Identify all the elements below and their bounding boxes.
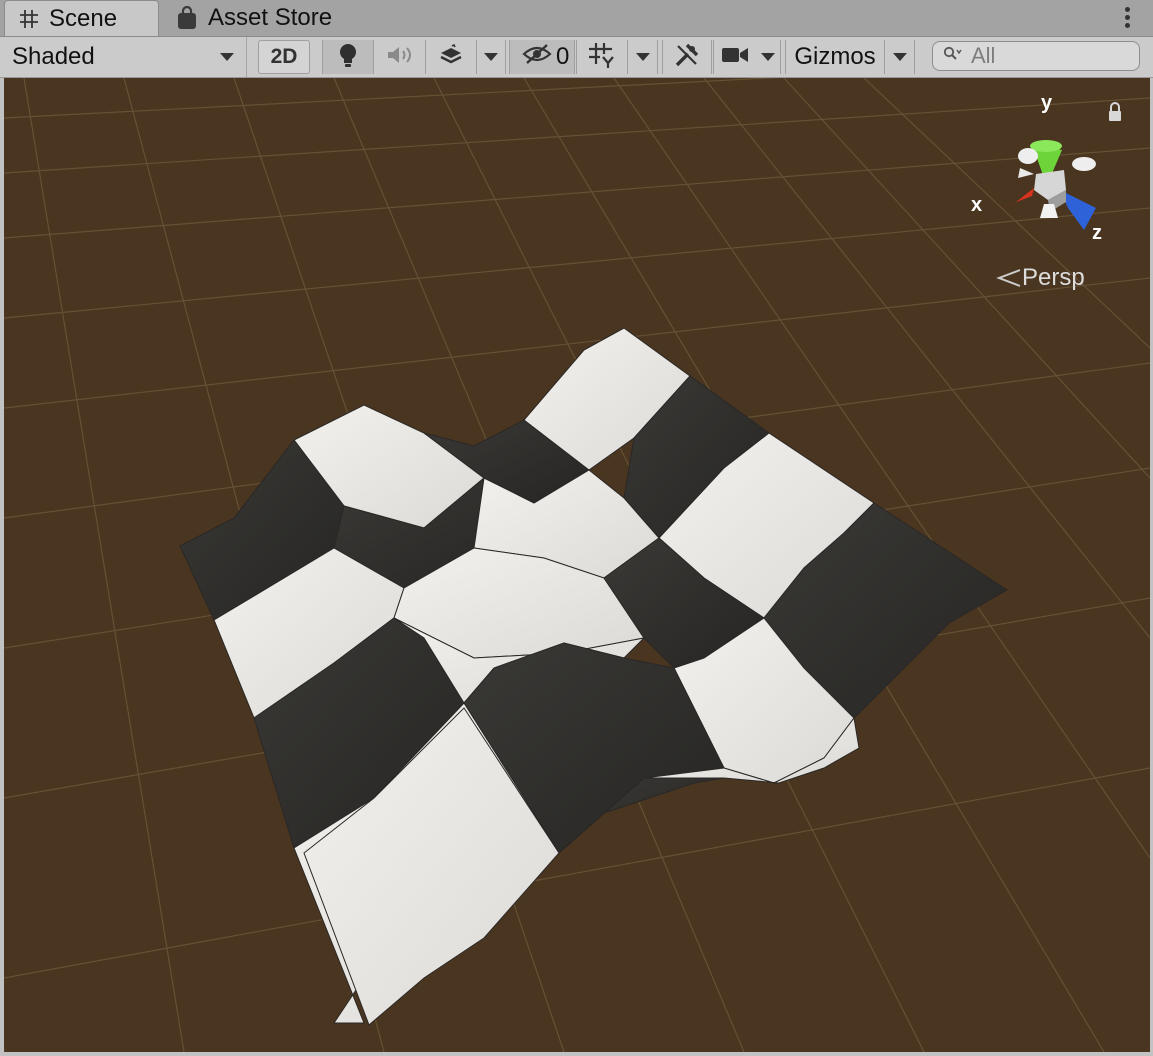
lighting-toggle[interactable] xyxy=(322,40,374,74)
layers-effects-icon xyxy=(438,43,464,71)
scene-viewport[interactable]: y x z Persp xyxy=(4,78,1150,1052)
chevron-down-icon xyxy=(760,53,775,61)
wrench-tools-icon xyxy=(674,42,700,73)
camera-settings-button[interactable] xyxy=(713,40,755,74)
camera-dropdown[interactable] xyxy=(755,40,781,74)
scene-view-toggles xyxy=(322,37,507,77)
audio-toggle[interactable] xyxy=(374,40,426,74)
tools-toggle[interactable] xyxy=(662,37,712,77)
gizmo-z-label: z xyxy=(1092,222,1102,244)
chevron-down-icon xyxy=(635,53,650,61)
gizmos-dropdown[interactable] xyxy=(885,40,915,74)
draw-mode-dropdown[interactable]: Shaded xyxy=(0,37,244,77)
lightbulb-icon xyxy=(337,42,359,73)
grid-toggle[interactable] xyxy=(576,40,628,74)
gizmos-label: Gizmos xyxy=(794,43,876,70)
chevron-down-icon xyxy=(220,53,234,61)
projection-label: Persp xyxy=(1022,264,1085,291)
hidden-count: 0 xyxy=(556,43,570,70)
effects-dropdown[interactable] xyxy=(476,40,506,74)
perspective-arrow-icon xyxy=(996,268,1022,288)
grid-dropdown[interactable] xyxy=(628,40,658,74)
tab-asset-store[interactable]: Asset Store xyxy=(172,0,352,36)
gizmos-group: Gizmos xyxy=(785,37,917,77)
visibility-toggle[interactable]: 0 xyxy=(509,37,575,77)
grid-group xyxy=(576,37,660,77)
more-options-icon[interactable] xyxy=(1123,4,1131,32)
tab-scene[interactable]: Scene xyxy=(4,0,159,36)
gizmos-toggle[interactable]: Gizmos xyxy=(785,40,885,74)
shopping-bag-icon xyxy=(176,6,198,30)
eye-slash-icon xyxy=(522,43,552,72)
speaker-icon xyxy=(386,44,414,71)
scene-toolbar: Shaded 2D 0 Gizmos All xyxy=(0,37,1153,78)
video-camera-icon xyxy=(721,45,749,70)
tab-strip: Scene Asset Store xyxy=(0,0,1153,37)
gizmo-x-label: x xyxy=(971,194,983,216)
tab-asset-store-label: Asset Store xyxy=(208,4,333,31)
gizmo-y-label: y xyxy=(1041,92,1053,114)
effects-toggle[interactable] xyxy=(426,40,476,74)
chevron-down-icon xyxy=(484,53,498,61)
tab-scene-label: Scene xyxy=(49,4,118,32)
grid-hash-icon xyxy=(19,9,39,29)
scene-render[interactable] xyxy=(4,78,1150,1052)
projection-toggle[interactable]: Persp xyxy=(996,264,1085,292)
search-input[interactable] xyxy=(971,43,1131,69)
draw-mode-value: Shaded xyxy=(12,43,95,70)
toggle-2d-button[interactable]: 2D xyxy=(258,40,310,74)
grid-snap-icon xyxy=(588,42,616,73)
search-box xyxy=(932,41,1140,71)
search-icon xyxy=(943,46,963,67)
camera-group xyxy=(713,37,783,77)
chevron-down-icon xyxy=(892,53,907,61)
